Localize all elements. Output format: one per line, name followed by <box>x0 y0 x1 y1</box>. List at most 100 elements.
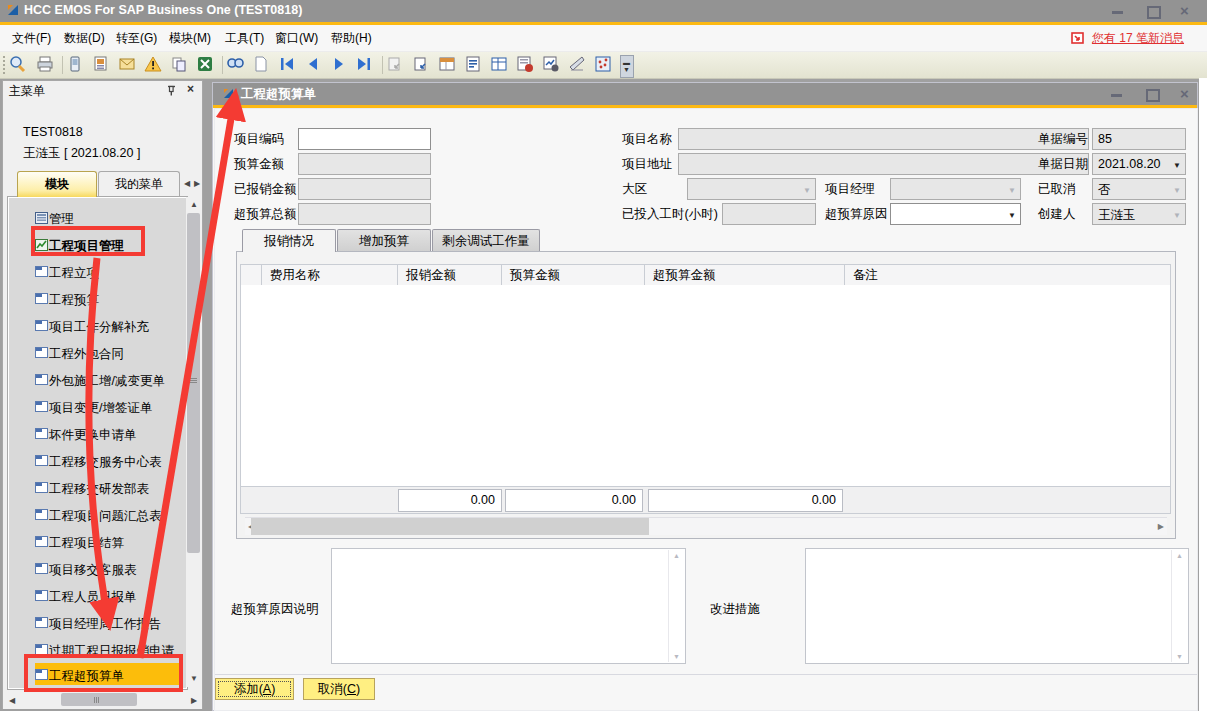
invested-hours-input[interactable] <box>722 203 816 225</box>
menu-file[interactable]: 文件(F) <box>6 30 57 47</box>
tree-item[interactable]: 工程外包合同 <box>9 340 186 367</box>
panel-close-icon[interactable]: × <box>187 82 194 96</box>
form-icon <box>35 428 48 439</box>
table-body[interactable] <box>240 285 1171 487</box>
tree-item-admin[interactable]: 管理 <box>9 205 186 232</box>
user-date-line: 王涟玉 [ 2021.08.20 ] <box>23 145 140 162</box>
document-lines-icon[interactable] <box>464 55 486 75</box>
pin-icon[interactable] <box>165 84 177 96</box>
tab-budget-increase[interactable]: 增加预算 <box>337 229 431 252</box>
tree-vertical-scrollbar[interactable]: ▲ ▼ <box>186 197 201 687</box>
menu-tools[interactable]: 工具(T) <box>219 30 270 47</box>
project-address-input[interactable] <box>678 153 1089 175</box>
toolbar-overflow-button[interactable]: ▬▼ <box>620 55 634 78</box>
paste-disabled-icon[interactable] <box>386 55 408 75</box>
budget-amount-input[interactable] <box>298 153 431 175</box>
scroll-up-icon[interactable]: ▲ <box>190 200 198 209</box>
menu-help[interactable]: 帮助(H) <box>325 30 378 47</box>
form-icon <box>35 644 48 655</box>
tree-item[interactable]: 过期工程日报报销申请 <box>9 637 186 664</box>
project-name-input[interactable] <box>678 128 1089 150</box>
textarea-scrollbar[interactable]: ▲▼ <box>1171 550 1187 662</box>
tab-reimbursement[interactable]: 报销情况 <box>242 229 336 252</box>
device-icon[interactable] <box>66 55 88 75</box>
tab-scroll-right-icon[interactable]: ▶ <box>194 179 200 188</box>
window-minimize-button[interactable] <box>1111 94 1122 97</box>
scroll-left-icon[interactable]: ◀ <box>9 696 15 705</box>
col-budget-amount: 预算金额 <box>502 264 645 286</box>
tree-item[interactable]: 工程项目问题汇总表 <box>9 502 186 529</box>
table-icon[interactable] <box>490 55 512 75</box>
menu-goto[interactable]: 转至(G) <box>110 30 163 47</box>
form-icon <box>35 293 48 304</box>
scroll-down-icon[interactable]: ▼ <box>190 674 198 683</box>
over-budget-reason-select[interactable]: ▼ <box>890 203 1021 225</box>
table-header-icon[interactable] <box>438 55 460 75</box>
cancel-button[interactable]: 取消(C) <box>303 678 375 700</box>
tree-item[interactable]: 工程人员日报单 <box>9 583 186 610</box>
tab-my-menu[interactable]: 我的菜单 <box>98 171 180 197</box>
find-icon[interactable] <box>226 55 248 75</box>
tree-item[interactable]: 项目工作分解补充 <box>9 313 186 340</box>
app-titlebar: HCC EMOS For SAP Business One (TEST0818)… <box>0 0 1207 22</box>
tree-item[interactable]: 工程项目结算 <box>9 529 186 556</box>
new-document-icon[interactable] <box>252 55 274 75</box>
previous-record-icon[interactable] <box>304 55 326 75</box>
menu-data[interactable]: 数据(D) <box>58 30 111 47</box>
preview-icon[interactable] <box>8 55 30 75</box>
project-manager-select[interactable]: ▼ <box>890 178 1021 200</box>
tree-item[interactable]: 工程预算 <box>9 286 186 313</box>
region-select[interactable]: ▼ <box>687 178 816 200</box>
last-record-icon[interactable] <box>356 55 378 75</box>
textarea-scrollbar[interactable]: ▲▼ <box>668 550 684 662</box>
window-close-button[interactable]: × <box>1180 85 1189 102</box>
tab-remaining-work[interactable]: 剩余调试工作量 <box>432 229 540 252</box>
tree-item[interactable]: 工程移交服务中心表 <box>9 448 186 475</box>
tree-item[interactable]: 坏件更换申请单 <box>9 421 186 448</box>
new-messages-link[interactable]: 您有 17 笔新消息 <box>1086 30 1190 47</box>
scrollbar-thumb[interactable] <box>187 213 200 553</box>
copy-special-icon[interactable] <box>170 55 192 75</box>
tree-item[interactable]: 工程立项 <box>9 259 186 286</box>
scrollbar-thumb[interactable] <box>251 518 649 535</box>
warning-icon[interactable] <box>144 55 166 75</box>
col-reimbursed-amount: 报销金额 <box>398 264 502 286</box>
new-messages-icon[interactable] <box>1071 32 1085 45</box>
reimbursed-input[interactable] <box>298 178 431 200</box>
table-seal-icon[interactable] <box>516 55 538 75</box>
table-horizontal-scrollbar[interactable]: ◀ ▶ <box>245 517 1167 535</box>
add-button[interactable]: 添加(A) <box>215 678 294 700</box>
scrollbar-thumb[interactable] <box>61 693 137 706</box>
scroll-right-icon[interactable]: ▶ <box>1158 522 1164 531</box>
sidebar-horizontal-scrollbar[interactable]: ◀ ▶ <box>5 692 201 708</box>
tree-item[interactable]: 外包施工增/减变更单 <box>9 367 186 394</box>
tree-item-project-mgmt[interactable]: 工程项目管理 <box>9 232 186 259</box>
excel-export-icon[interactable] <box>196 55 218 75</box>
query-wizard-icon[interactable] <box>542 55 564 75</box>
scroll-right-icon[interactable]: ▶ <box>191 696 197 705</box>
form-designer-icon[interactable] <box>568 55 590 75</box>
project-code-input[interactable] <box>298 128 431 150</box>
over-budget-reason-textarea[interactable]: ▲▼ <box>331 548 686 664</box>
first-record-icon[interactable] <box>278 55 300 75</box>
menu-module[interactable]: 模块(M) <box>163 30 217 47</box>
improvement-measures-textarea[interactable]: ▲▼ <box>805 548 1189 664</box>
tab-scroll-left-icon[interactable]: ◀ <box>184 179 190 188</box>
tree-item[interactable]: 工程移交研发部表 <box>9 475 186 502</box>
calendar-grid-icon[interactable] <box>594 55 616 75</box>
tab-modules[interactable]: 模块 <box>17 171 97 197</box>
menu-window[interactable]: 窗口(W) <box>269 30 324 47</box>
print-icon[interactable] <box>36 55 58 75</box>
tree-item-selected[interactable]: 工程超预算单 <box>9 662 186 689</box>
tree-item[interactable]: 项目经理周工作报告 <box>9 610 186 637</box>
tree-item[interactable]: 项目移交客服表 <box>9 556 186 583</box>
doc-date-select[interactable]: 2021.08.20▼ <box>1092 153 1186 175</box>
document-image-icon[interactable] <box>92 55 114 75</box>
over-budget-total-input[interactable] <box>298 203 431 225</box>
tree-item[interactable]: 项目变更/增签证单 <box>9 394 186 421</box>
mail-icon[interactable] <box>118 55 140 75</box>
window-maximize-button[interactable] <box>1146 89 1160 102</box>
paste-icon[interactable] <box>412 55 434 75</box>
app-close-button[interactable]: × <box>1180 2 1189 19</box>
next-record-icon[interactable] <box>330 55 352 75</box>
